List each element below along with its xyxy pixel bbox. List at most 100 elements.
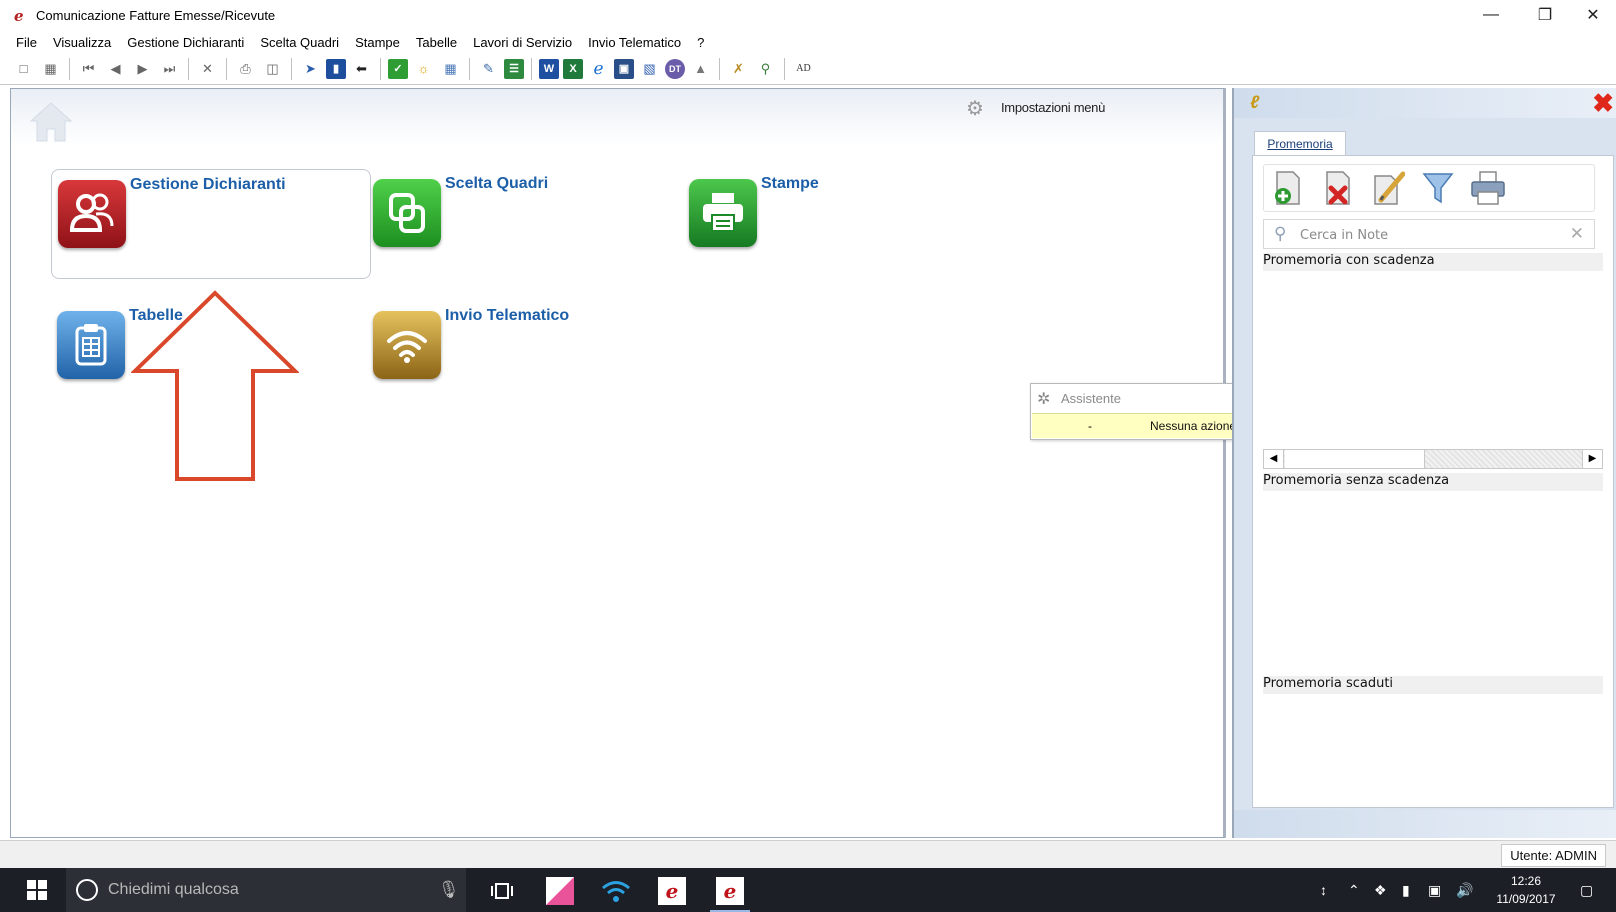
- side-panel-footer: [1234, 810, 1616, 838]
- promemoria-body: ⚲ ✕ Promemoria con scadenza ◀ ▶ Promemor…: [1252, 155, 1614, 808]
- word-icon[interactable]: W: [539, 58, 559, 79]
- print-notes-icon[interactable]: [1470, 170, 1506, 206]
- menu-scelta-quadri[interactable]: Scelta Quadri: [260, 35, 339, 50]
- search-help-icon[interactable]: ⚲: [754, 57, 777, 80]
- print-icon[interactable]: ⎙: [234, 57, 257, 80]
- delete-note-icon[interactable]: [1320, 170, 1356, 206]
- help-document-icon[interactable]: ✎: [477, 57, 500, 80]
- excel-icon[interactable]: X: [563, 58, 583, 79]
- gear-icon[interactable]: ⚙: [966, 99, 986, 119]
- main-panel: ⚙ Impostazioni menù Gestione Dichiaranti: [10, 88, 1226, 838]
- taskbar-clock[interactable]: 12:26 11/09/2017: [1492, 872, 1560, 908]
- lamp-icon[interactable]: ▲: [689, 57, 712, 80]
- toolbar: □ ▦ ⏮ ◀ ▶ ⏭ ✕ ⎙ ◫ ➤ ▮ ⬅ ✓ ☼ ▦ ✎ ☰ W X ℯ …: [0, 53, 1616, 85]
- previous-record-icon[interactable]: ◀: [104, 57, 127, 80]
- toolbar-separator: [226, 57, 227, 80]
- assistant-icon[interactable]: ✗: [727, 57, 750, 80]
- close-panel-icon[interactable]: ✖: [1592, 88, 1614, 119]
- section-promemoria-scaduti: Promemoria scaduti: [1263, 676, 1603, 694]
- clipboard-icon: [57, 311, 125, 379]
- menu-file[interactable]: File: [16, 35, 37, 50]
- menu-gestione-dichiaranti[interactable]: Gestione Dichiaranti: [127, 35, 244, 50]
- tray-battery-icon[interactable]: ▮: [1402, 868, 1410, 912]
- tile-gestione-dichiaranti[interactable]: Gestione Dichiaranti: [51, 169, 371, 279]
- toolbar-separator: [784, 57, 785, 80]
- main-header: ⚙ Impostazioni menù: [11, 89, 1223, 145]
- printer-icon: [689, 179, 757, 247]
- title-bar: e Comunicazione Fatture Emesse/Ricevute …: [0, 0, 1616, 32]
- assistant-wand-icon: ✲: [1037, 391, 1051, 408]
- microphone-icon[interactable]: 🎙: [438, 880, 460, 900]
- menu-stampe[interactable]: Stampe: [355, 35, 400, 50]
- close-window-button[interactable]: ✕: [1570, 0, 1616, 30]
- menu-help[interactable]: ?: [697, 35, 704, 50]
- tile-label-invio-telematico: Invio Telematico: [445, 307, 570, 324]
- menu-invio-telematico[interactable]: Invio Telematico: [588, 35, 681, 50]
- notifications-icon[interactable]: ▢: [1580, 868, 1593, 912]
- minimize-button[interactable]: —: [1468, 0, 1514, 30]
- dt-icon[interactable]: DT: [665, 58, 685, 79]
- tray-network-icon[interactable]: ▣: [1428, 868, 1441, 912]
- toolbar-separator: [188, 57, 189, 80]
- horizontal-scrollbar[interactable]: ◀ ▶: [1263, 449, 1603, 469]
- app-e-icon-1[interactable]: e: [648, 872, 696, 910]
- tile-scelta-quadri[interactable]: Scelta Quadri: [367, 169, 687, 279]
- new-document-icon[interactable]: □: [12, 57, 35, 80]
- tile-invio-telematico[interactable]: Invio Telematico: [367, 301, 687, 411]
- users-icon: [58, 180, 126, 248]
- scroll-left-icon[interactable]: ◀: [1264, 450, 1284, 468]
- settings-menu-link[interactable]: Impostazioni menù: [1001, 100, 1105, 115]
- add-note-icon[interactable]: [1270, 170, 1306, 206]
- clock-date: 11/09/2017: [1496, 892, 1556, 906]
- first-record-icon[interactable]: ⏮: [77, 57, 100, 80]
- annotation-arrow: [131, 290, 299, 481]
- ad-icon[interactable]: AD: [792, 57, 815, 80]
- table-icon[interactable]: ☰: [504, 58, 524, 79]
- book-icon[interactable]: ▮: [326, 58, 346, 79]
- toolbar-separator: [531, 57, 532, 80]
- restore-button[interactable]: ❐: [1522, 0, 1568, 30]
- clock-time: 12:26: [1510, 874, 1542, 888]
- pin-icon[interactable]: ℓ: [1250, 92, 1259, 113]
- save-icon[interactable]: ▦: [39, 57, 62, 80]
- delete-icon[interactable]: ✕: [196, 57, 219, 80]
- tab-promemoria[interactable]: Promemoria: [1254, 131, 1346, 155]
- back-arrow-icon[interactable]: ⬅: [350, 57, 373, 80]
- task-view-icon[interactable]: [478, 872, 526, 910]
- edit-note-icon[interactable]: [1370, 170, 1406, 206]
- last-record-icon[interactable]: ⏭: [158, 57, 181, 80]
- sun-icon[interactable]: ☼: [412, 57, 435, 80]
- scroll-right-icon[interactable]: ▶: [1582, 450, 1602, 468]
- tray-volume-icon[interactable]: 🔊: [1456, 868, 1473, 912]
- check-icon[interactable]: ✓: [388, 58, 408, 79]
- wifi-app-icon[interactable]: [592, 872, 640, 910]
- home-icon[interactable]: [27, 97, 75, 145]
- app-e-icon-2[interactable]: e: [706, 872, 754, 912]
- run-icon[interactable]: ➤: [299, 57, 322, 80]
- notes-search-input[interactable]: [1300, 226, 1550, 244]
- tile-stampe[interactable]: Stampe: [683, 169, 1003, 279]
- tray-dropbox-icon[interactable]: ❖: [1374, 868, 1387, 912]
- scrollbar-thumb[interactable]: [1285, 450, 1425, 468]
- grid-icon[interactable]: ▦: [439, 57, 462, 80]
- filter-icon[interactable]: [1420, 170, 1456, 206]
- toolbar-separator: [380, 57, 381, 80]
- assistant-row-dash: -: [1088, 419, 1092, 433]
- internet-explorer-icon[interactable]: ℯ: [587, 57, 610, 80]
- next-record-icon[interactable]: ▶: [131, 57, 154, 80]
- tray-scroll-icon[interactable]: ↕: [1320, 868, 1327, 912]
- paint-app-icon[interactable]: [536, 872, 584, 910]
- menu-visualizza[interactable]: Visualizza: [53, 35, 111, 50]
- toolbar-separator: [719, 57, 720, 80]
- clear-search-icon[interactable]: ✕: [1570, 224, 1584, 244]
- monitor-icon[interactable]: ▣: [614, 58, 634, 79]
- side-panel-header: ℓ ✖: [1234, 88, 1616, 118]
- menu-lavori-di-servizio[interactable]: Lavori di Servizio: [473, 35, 572, 50]
- app-logo-icon: e: [14, 7, 24, 25]
- tray-expand-icon[interactable]: ⌃: [1348, 868, 1360, 912]
- windows-start-icon[interactable]: [14, 868, 60, 912]
- taskbar-search[interactable]: Chiedimi qualcosa 🎙: [66, 868, 466, 912]
- books-icon[interactable]: ▧: [638, 57, 661, 80]
- print-preview-icon[interactable]: ◫: [261, 57, 284, 80]
- menu-tabelle[interactable]: Tabelle: [416, 35, 457, 50]
